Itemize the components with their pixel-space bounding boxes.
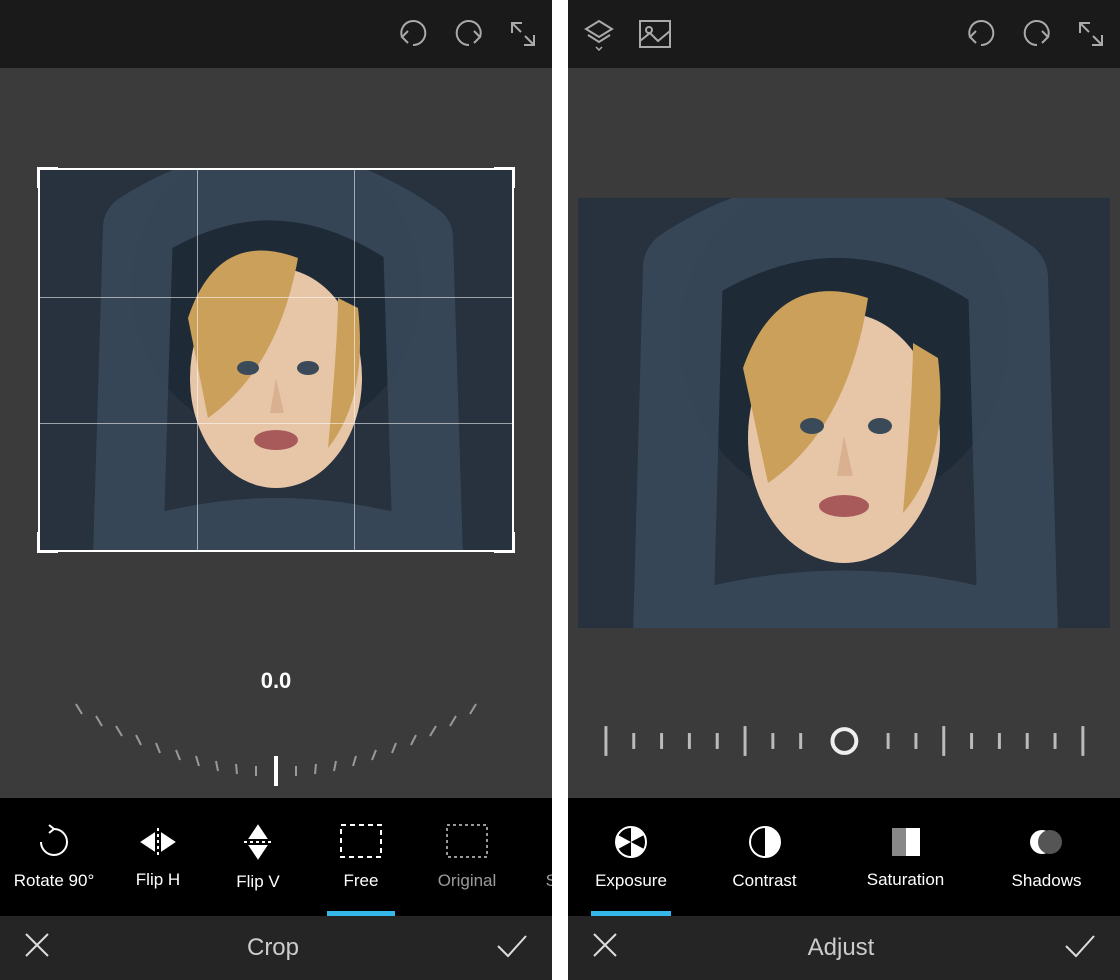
tool-label: Exposure — [595, 871, 667, 891]
crop-handle-tl[interactable] — [37, 167, 58, 188]
top-toolbar — [0, 0, 552, 68]
tool-label: Flip H — [136, 870, 180, 890]
flip-h-button[interactable]: Flip H — [108, 798, 208, 916]
flip-v-button[interactable]: Flip V — [208, 798, 308, 916]
photo — [578, 198, 1110, 628]
crop-editor-screen: 0.0 — [0, 0, 552, 980]
tool-label: Square — [546, 871, 552, 891]
mode-label: Adjust — [620, 934, 1062, 962]
cancel-button[interactable] — [590, 930, 620, 967]
saturation-button[interactable]: Saturation — [835, 798, 976, 916]
layers-icon[interactable] — [582, 17, 616, 51]
rotate-90-button[interactable]: Rotate 90° — [0, 798, 108, 916]
fullscreen-icon[interactable] — [508, 19, 538, 49]
crop-handle-bl[interactable] — [37, 532, 58, 553]
bottom-bar: Adjust — [568, 916, 1120, 980]
redo-icon[interactable] — [452, 19, 486, 49]
tool-label: Original — [438, 871, 497, 891]
aspect-original-button[interactable]: Original — [414, 798, 520, 916]
contrast-button[interactable]: Contrast — [694, 798, 835, 916]
undo-icon[interactable] — [396, 19, 430, 49]
confirm-button[interactable] — [494, 930, 530, 967]
top-toolbar — [568, 0, 1120, 68]
slider-thumb-icon — [832, 729, 856, 753]
adjust-slider[interactable] — [568, 716, 1120, 766]
tool-label: Flip V — [236, 872, 279, 892]
tool-label: Shadows — [1012, 871, 1082, 891]
adjust-canvas — [568, 68, 1120, 798]
tool-label: Contrast — [732, 871, 796, 891]
redo-icon[interactable] — [1020, 19, 1054, 49]
shadows-button[interactable]: Shadows — [976, 798, 1117, 916]
mode-label: Crop — [52, 934, 494, 962]
tool-label: Saturation — [867, 870, 945, 890]
compare-icon[interactable] — [638, 19, 672, 49]
exposure-button[interactable]: Exposure — [568, 798, 694, 916]
tool-label: Free — [344, 871, 379, 891]
crop-tools: Rotate 90° Flip H Flip V Free Original S… — [0, 798, 552, 916]
crop-frame[interactable] — [38, 168, 514, 552]
adjust-editor-screen: Exposure Contrast Saturation Shadows Hig… — [568, 0, 1120, 980]
tool-label: Rotate 90° — [14, 871, 95, 891]
bottom-bar: Crop — [0, 916, 552, 980]
crop-handle-tr[interactable] — [494, 167, 515, 188]
aspect-free-button[interactable]: Free — [308, 798, 414, 916]
crop-canvas: 0.0 — [0, 68, 552, 798]
crop-handle-br[interactable] — [494, 532, 515, 553]
fullscreen-icon[interactable] — [1076, 19, 1106, 49]
confirm-button[interactable] — [1062, 930, 1098, 967]
cancel-button[interactable] — [22, 930, 52, 967]
aspect-square-button[interactable]: Square — [520, 798, 552, 916]
rotation-dial[interactable]: 0.0 — [56, 668, 496, 801]
adjust-tools: Exposure Contrast Saturation Shadows Hig… — [568, 798, 1120, 916]
undo-icon[interactable] — [964, 19, 998, 49]
